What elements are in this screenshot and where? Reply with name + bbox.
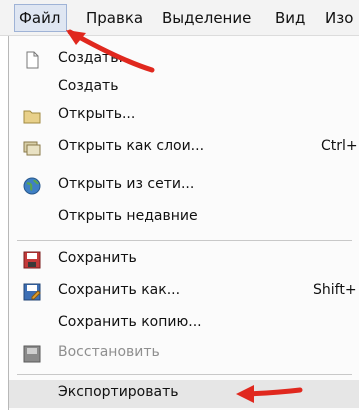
arrow-to-export bbox=[236, 385, 303, 403]
annotation-arrows bbox=[66, 29, 303, 403]
arrow-to-file-menu bbox=[66, 29, 155, 73]
